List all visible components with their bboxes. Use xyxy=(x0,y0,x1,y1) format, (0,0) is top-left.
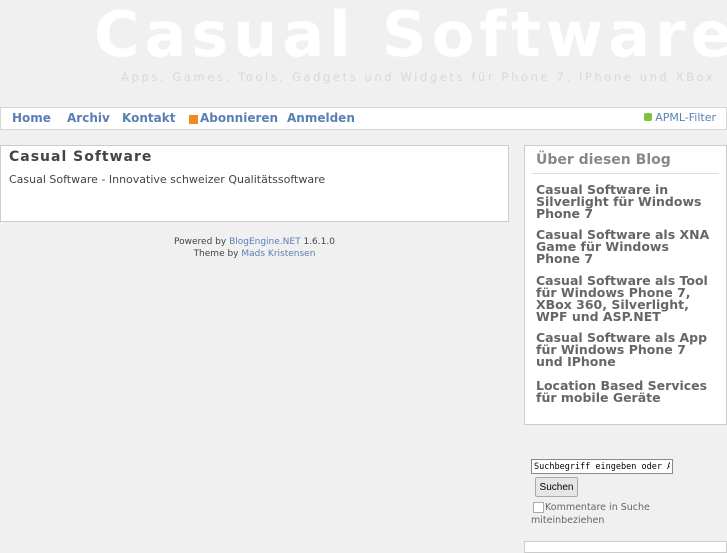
sidebar-box xyxy=(524,541,727,553)
sidebar-link[interactable]: Casual Software als Tool für Windows Pho… xyxy=(536,274,716,323)
post-text: Casual Software - Innovative schweizer Q… xyxy=(9,173,326,186)
nav-abonnieren[interactable]: Abonnieren xyxy=(200,111,278,125)
site-title: Casual Software xyxy=(94,0,727,71)
apml-filter-link[interactable]: APML-Filter xyxy=(644,111,716,124)
site-tagline: Apps, Games, Tools, Gadgets und Widgets … xyxy=(121,70,722,84)
nav-anmelden[interactable]: Anmelden xyxy=(287,111,355,125)
footer-powered: Powered by BlogEngine.NET 1.6.1.0 xyxy=(0,237,509,247)
sidebar-link[interactable]: Casual Software in Silverlight für Windo… xyxy=(536,183,716,220)
version: 1.6.1.0 xyxy=(303,237,335,247)
nav-home[interactable]: Home xyxy=(12,111,51,125)
blogengine-link[interactable]: BlogEngine.NET xyxy=(229,237,301,247)
search-input[interactable] xyxy=(531,459,673,474)
divider xyxy=(532,173,719,174)
nav-bar: Home Archiv Kontakt Abonnieren Anmelden … xyxy=(0,107,727,130)
sidebar-about: Über diesen Blog Casual Software in Silv… xyxy=(524,145,727,425)
nav-archiv[interactable]: Archiv xyxy=(67,111,110,125)
search-comments-checkbox[interactable] xyxy=(533,502,544,513)
nav-kontakt[interactable]: Kontakt xyxy=(122,111,175,125)
footer-theme: Theme by Mads Kristensen xyxy=(0,249,509,259)
search-button[interactable]: Suchen xyxy=(535,477,578,497)
sidebar-link[interactable]: Casual Software als XNA Game für Windows… xyxy=(536,228,716,265)
search-comments-label: Kommentare in Suche miteinbeziehen xyxy=(531,502,650,526)
sidebar-title: Über diesen Blog xyxy=(536,152,671,168)
sidebar-link[interactable]: Location Based Services für mobile Gerät… xyxy=(536,379,716,404)
theme-label: Theme by xyxy=(193,249,239,259)
rss-icon xyxy=(189,115,198,124)
sidebar-link[interactable]: Casual Software als App für Windows Phon… xyxy=(536,331,716,368)
post-title[interactable]: Casual Software xyxy=(9,149,152,165)
powered-label: Powered by xyxy=(174,237,227,247)
apml-label: APML-Filter xyxy=(655,111,716,124)
post: Casual Software Casual Software - Innova… xyxy=(0,145,509,222)
apml-icon xyxy=(644,113,653,121)
author-link[interactable]: Mads Kristensen xyxy=(241,249,315,259)
